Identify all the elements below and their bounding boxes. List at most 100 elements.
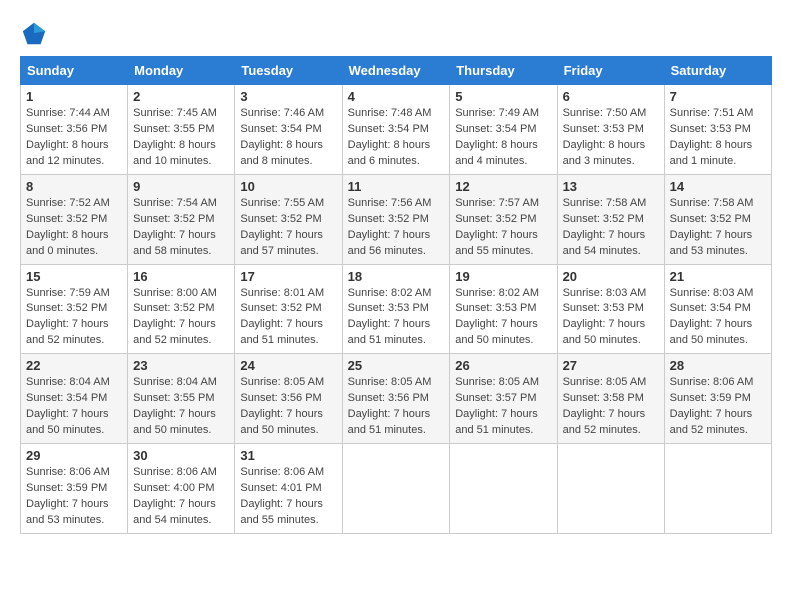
day-cell: 25 Sunrise: 8:05 AMSunset: 3:56 PMDayligh… [342, 354, 450, 444]
day-cell: 19 Sunrise: 8:02 AMSunset: 3:53 PMDayligh… [450, 264, 557, 354]
header-day-thursday: Thursday [450, 57, 557, 85]
day-cell: 26 Sunrise: 8:05 AMSunset: 3:57 PMDayligh… [450, 354, 557, 444]
week-row-4: 22 Sunrise: 8:04 AMSunset: 3:54 PMDayligh… [21, 354, 772, 444]
day-number: 29 [26, 448, 122, 463]
day-info: Sunrise: 7:44 AMSunset: 3:56 PMDaylight:… [26, 106, 122, 170]
day-cell: 5 Sunrise: 7:49 AMSunset: 3:54 PMDaylight… [450, 85, 557, 175]
day-number: 23 [133, 358, 229, 373]
day-number: 4 [348, 89, 445, 104]
day-cell: 20 Sunrise: 8:03 AMSunset: 3:53 PMDayligh… [557, 264, 664, 354]
day-number: 12 [455, 179, 551, 194]
day-cell: 27 Sunrise: 8:05 AMSunset: 3:58 PMDayligh… [557, 354, 664, 444]
day-cell: 1 Sunrise: 7:44 AMSunset: 3:56 PMDaylight… [21, 85, 128, 175]
day-cell: 28 Sunrise: 8:06 AMSunset: 3:59 PMDayligh… [664, 354, 771, 444]
day-number: 8 [26, 179, 122, 194]
day-cell: 10Sunrise: 7:55 AMSunset: 3:52 PMDayligh… [235, 174, 342, 264]
day-number: 15 [26, 269, 122, 284]
day-number: 10 [240, 179, 336, 194]
day-info: Sunrise: 8:01 AMSunset: 3:52 PMDaylight:… [240, 286, 336, 350]
day-cell: 31 Sunrise: 8:06 AMSunset: 4:01 PMDayligh… [235, 444, 342, 534]
day-number: 30 [133, 448, 229, 463]
day-number: 22 [26, 358, 122, 373]
day-info: Sunrise: 8:06 AMSunset: 4:00 PMDaylight:… [133, 465, 229, 529]
day-info: Sunrise: 8:05 AMSunset: 3:58 PMDaylight:… [563, 375, 659, 439]
header-day-sunday: Sunday [21, 57, 128, 85]
day-info: Sunrise: 7:56 AMSunset: 3:52 PMDaylight:… [348, 196, 445, 260]
day-number: 16 [133, 269, 229, 284]
day-cell: 12 Sunrise: 7:57 AMSunset: 3:52 PMDayligh… [450, 174, 557, 264]
logo-icon [20, 20, 48, 48]
day-cell [557, 444, 664, 534]
day-info: Sunrise: 8:06 AMSunset: 4:01 PMDaylight:… [240, 465, 336, 529]
day-number: 6 [563, 89, 659, 104]
day-number: 14 [670, 179, 766, 194]
day-info: Sunrise: 7:46 AMSunset: 3:54 PMDaylight:… [240, 106, 336, 170]
day-info: Sunrise: 8:00 AMSunset: 3:52 PMDaylight:… [133, 286, 229, 350]
header-row: SundayMondayTuesdayWednesdayThursdayFrid… [21, 57, 772, 85]
day-cell: 8 Sunrise: 7:52 AMSunset: 3:52 PMDaylight… [21, 174, 128, 264]
day-cell: 3Sunrise: 7:46 AMSunset: 3:54 PMDaylight… [235, 85, 342, 175]
logo [20, 20, 52, 48]
day-info: Sunrise: 8:05 AMSunset: 3:57 PMDaylight:… [455, 375, 551, 439]
day-number: 19 [455, 269, 551, 284]
day-info: Sunrise: 7:58 AMSunset: 3:52 PMDaylight:… [563, 196, 659, 260]
day-number: 31 [240, 448, 336, 463]
day-cell: 16 Sunrise: 8:00 AMSunset: 3:52 PMDayligh… [128, 264, 235, 354]
day-number: 2 [133, 89, 229, 104]
day-info: Sunrise: 7:49 AMSunset: 3:54 PMDaylight:… [455, 106, 551, 170]
day-info: Sunrise: 7:58 AMSunset: 3:52 PMDaylight:… [670, 196, 766, 260]
header-day-saturday: Saturday [664, 57, 771, 85]
day-cell: 17 Sunrise: 8:01 AMSunset: 3:52 PMDayligh… [235, 264, 342, 354]
day-number: 28 [670, 358, 766, 373]
day-number: 18 [348, 269, 445, 284]
day-info: Sunrise: 7:48 AMSunset: 3:54 PMDaylight:… [348, 106, 445, 170]
day-info: Sunrise: 8:04 AMSunset: 3:55 PMDaylight:… [133, 375, 229, 439]
day-info: Sunrise: 7:57 AMSunset: 3:52 PMDaylight:… [455, 196, 551, 260]
day-number: 17 [240, 269, 336, 284]
day-number: 26 [455, 358, 551, 373]
day-cell [664, 444, 771, 534]
calendar-table: SundayMondayTuesdayWednesdayThursdayFrid… [20, 56, 772, 534]
header-day-monday: Monday [128, 57, 235, 85]
day-number: 24 [240, 358, 336, 373]
day-info: Sunrise: 8:02 AMSunset: 3:53 PMDaylight:… [348, 286, 445, 350]
day-info: Sunrise: 8:02 AMSunset: 3:53 PMDaylight:… [455, 286, 551, 350]
day-cell: 2 Sunrise: 7:45 AMSunset: 3:55 PMDaylight… [128, 85, 235, 175]
day-info: Sunrise: 8:06 AMSunset: 3:59 PMDaylight:… [26, 465, 122, 529]
day-info: Sunrise: 8:05 AMSunset: 3:56 PMDaylight:… [240, 375, 336, 439]
day-number: 1 [26, 89, 122, 104]
day-info: Sunrise: 8:05 AMSunset: 3:56 PMDaylight:… [348, 375, 445, 439]
day-number: 20 [563, 269, 659, 284]
day-cell [450, 444, 557, 534]
day-cell: 11 Sunrise: 7:56 AMSunset: 3:52 PMDayligh… [342, 174, 450, 264]
day-cell: 9Sunrise: 7:54 AMSunset: 3:52 PMDaylight… [128, 174, 235, 264]
day-number: 25 [348, 358, 445, 373]
day-cell: 4 Sunrise: 7:48 AMSunset: 3:54 PMDaylight… [342, 85, 450, 175]
day-number: 27 [563, 358, 659, 373]
day-info: Sunrise: 8:03 AMSunset: 3:53 PMDaylight:… [563, 286, 659, 350]
day-info: Sunrise: 7:45 AMSunset: 3:55 PMDaylight:… [133, 106, 229, 170]
day-number: 11 [348, 179, 445, 194]
day-cell: 30 Sunrise: 8:06 AMSunset: 4:00 PMDayligh… [128, 444, 235, 534]
day-info: Sunrise: 7:59 AMSunset: 3:52 PMDaylight:… [26, 286, 122, 350]
day-info: Sunrise: 7:54 AMSunset: 3:52 PMDaylight:… [133, 196, 229, 260]
day-info: Sunrise: 7:52 AMSunset: 3:52 PMDaylight:… [26, 196, 122, 260]
day-cell: 21Sunrise: 8:03 AMSunset: 3:54 PMDayligh… [664, 264, 771, 354]
day-cell: 7 Sunrise: 7:51 AMSunset: 3:53 PMDaylight… [664, 85, 771, 175]
day-info: Sunrise: 8:04 AMSunset: 3:54 PMDaylight:… [26, 375, 122, 439]
day-cell: 6Sunrise: 7:50 AMSunset: 3:53 PMDaylight… [557, 85, 664, 175]
day-info: Sunrise: 8:06 AMSunset: 3:59 PMDaylight:… [670, 375, 766, 439]
week-row-5: 29 Sunrise: 8:06 AMSunset: 3:59 PMDayligh… [21, 444, 772, 534]
day-cell: 24 Sunrise: 8:05 AMSunset: 3:56 PMDayligh… [235, 354, 342, 444]
day-cell: 22 Sunrise: 8:04 AMSunset: 3:54 PMDayligh… [21, 354, 128, 444]
day-cell: 29 Sunrise: 8:06 AMSunset: 3:59 PMDayligh… [21, 444, 128, 534]
week-row-3: 15 Sunrise: 7:59 AMSunset: 3:52 PMDayligh… [21, 264, 772, 354]
week-row-1: 1 Sunrise: 7:44 AMSunset: 3:56 PMDaylight… [21, 85, 772, 175]
day-number: 5 [455, 89, 551, 104]
day-info: Sunrise: 7:51 AMSunset: 3:53 PMDaylight:… [670, 106, 766, 170]
header [20, 20, 772, 48]
day-cell: 18 Sunrise: 8:02 AMSunset: 3:53 PMDayligh… [342, 264, 450, 354]
day-number: 7 [670, 89, 766, 104]
week-row-2: 8 Sunrise: 7:52 AMSunset: 3:52 PMDaylight… [21, 174, 772, 264]
day-cell: 23 Sunrise: 8:04 AMSunset: 3:55 PMDayligh… [128, 354, 235, 444]
